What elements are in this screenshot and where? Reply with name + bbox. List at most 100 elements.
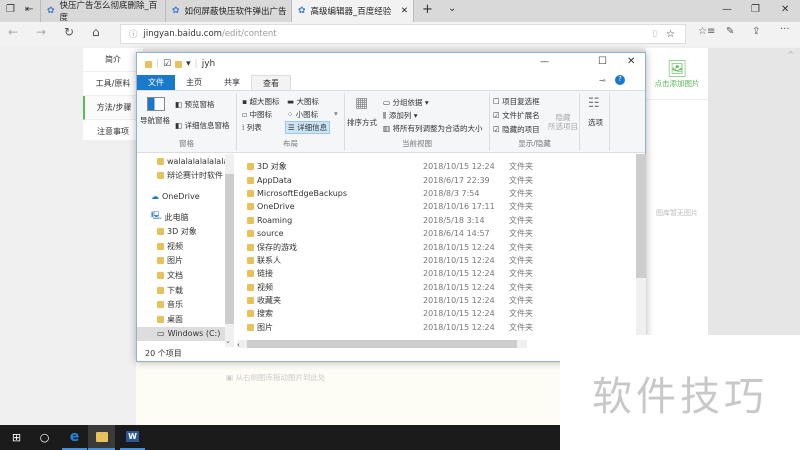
file-row[interactable]: 保存的游戏 2018/10/15 12:24 文件夹 <box>241 240 636 253</box>
tab-file[interactable]: 文件 <box>137 75 175 90</box>
notes-icon[interactable]: ✎ <box>726 26 734 37</box>
scroll-up-icon[interactable]: ^ <box>787 50 794 59</box>
close-icon[interactable]: ✕ <box>781 4 789 15</box>
close-icon[interactable]: ✕ <box>627 56 635 67</box>
scroll-down-icon[interactable]: ⌄ <box>225 337 231 345</box>
browser-tab[interactable]: ✿ 快压广告怎么彻底删除_百度 <box>40 0 166 23</box>
pin-ribbon-icon[interactable]: ⊸ <box>599 76 606 85</box>
nav-item[interactable]: 音乐 <box>137 297 234 312</box>
minimize-icon[interactable]: — <box>540 57 549 67</box>
tab-manager-icon[interactable]: ❐ <box>6 4 15 15</box>
forward-icon[interactable]: → <box>36 25 46 39</box>
list-option[interactable]: ⁞ 列表 <box>242 122 262 133</box>
nav-item[interactable]: 桌面 <box>137 312 234 327</box>
set-aside-tabs-icon[interactable]: ⇤ <box>25 4 33 15</box>
close-tab-icon[interactable]: ✕ <box>401 6 408 16</box>
layout-more-icon[interactable]: ▾ <box>334 109 338 118</box>
word-icon[interactable]: W <box>120 425 145 450</box>
drag-hint: ▣ 从右侧图库拖动图片到此处 <box>226 372 325 383</box>
nav-item-intro[interactable]: 简介 <box>83 48 143 72</box>
medium-icons-option[interactable]: ▫ 中图标 <box>242 109 272 120</box>
new-tab-button[interactable]: + <box>422 2 433 17</box>
size-columns-button[interactable]: ▥ 将所有列调整为合适的大小 <box>383 123 482 134</box>
refresh-icon[interactable]: ↻ <box>64 25 74 39</box>
maximize-icon[interactable]: ☐ <box>598 56 607 67</box>
folder-icon <box>247 189 254 197</box>
file-row[interactable]: 3D 对象 2018/10/15 12:24 文件夹 <box>241 160 636 173</box>
large-icons-option[interactable]: ▬ 大图标 <box>287 96 319 107</box>
nav-item[interactable]: 下载 <box>137 283 234 298</box>
edge-icon[interactable]: e <box>62 425 87 450</box>
restore-icon[interactable]: ❐ <box>751 4 760 15</box>
hidden-items-toggle[interactable]: ☑ 隐藏的项目 <box>493 124 540 135</box>
file-row[interactable]: AppData 2018/6/17 22:39 文件夹 <box>241 173 636 186</box>
tab-preview-button[interactable]: ⌄ <box>448 3 456 14</box>
file-row[interactable]: MicrosoftEdgeBackups 2018/8/3 7:54 文件夹 <box>241 187 636 200</box>
start-windows-icon[interactable]: ⊞ <box>4 425 29 450</box>
nav-item[interactable]: 3D 对象 <box>137 224 234 239</box>
add-image-button[interactable]: 🖼 点击添加图片 <box>646 48 708 100</box>
tab-home[interactable]: 主页 <box>175 75 213 90</box>
file-row[interactable]: 联系人 2018/10/15 12:24 文件夹 <box>241 254 636 267</box>
editor-area[interactable]: ▣ 从右侧图库拖动图片到此处 <box>136 362 560 425</box>
favorite-star-icon[interactable]: ☆ <box>666 29 675 40</box>
file-row[interactable]: OneDrive 2018/10/16 17:11 文件夹 <box>241 200 636 213</box>
help-icon[interactable]: ? <box>615 75 625 85</box>
sort-by-button[interactable]: 排序方式 <box>347 117 377 128</box>
quick-access-dropdown-icon[interactable]: ▾ <box>186 59 191 69</box>
properties-icon[interactable]: ☑ <box>163 59 171 69</box>
file-date: 2018/10/15 12:24 <box>423 242 495 252</box>
browser-tab-active[interactable]: ✿ 高级编辑器_百度经验 ✕ <box>292 0 414 22</box>
more-icon[interactable]: ··· <box>780 24 790 35</box>
nav-item[interactable]: 文档 <box>137 268 234 283</box>
nav-item-notes[interactable]: 注意事项 <box>83 120 143 144</box>
nav-item[interactable]: 🖳 此电脑 <box>137 210 234 225</box>
file-row[interactable]: 搜索 2018/10/15 12:24 文件夹 <box>241 307 636 320</box>
add-column-button[interactable]: ⫼ 添加列 ▾ <box>383 110 418 121</box>
ribbon-tabs: 文件 主页 共享 查看 ⊸ ? <box>137 75 645 90</box>
minimize-icon[interactable]: — <box>722 4 732 15</box>
file-explorer-taskbar-icon[interactable] <box>88 425 115 450</box>
cortana-search-icon[interactable]: ○ <box>32 425 57 450</box>
group-by-button[interactable]: ▭ 分组依据 ▾ <box>383 97 429 108</box>
preview-pane-button[interactable]: ◧ 预览窗格 <box>175 99 214 110</box>
share-icon[interactable]: ⇪ <box>752 26 760 37</box>
url-input[interactable]: ⓘ jingyan.baidu.com/edit/content ▯ ☆ <box>120 24 686 44</box>
extra-large-icons-option[interactable]: ▪ 超大图标 <box>242 96 279 107</box>
details-option-selected[interactable]: ☰ 详细信息 <box>285 121 331 134</box>
file-row[interactable]: 收藏夹 2018/10/15 12:24 文件夹 <box>241 294 636 307</box>
new-folder-icon[interactable] <box>175 60 183 68</box>
file-row[interactable]: source 2018/6/14 14:57 文件夹 <box>241 227 636 240</box>
tab-share[interactable]: 共享 <box>213 75 251 90</box>
nav-item[interactable]: ▭ Windows (C:) <box>137 326 234 342</box>
options-button[interactable]: 选项 <box>588 117 603 128</box>
details-pane-button[interactable]: ◧ 详细信息窗格 <box>175 120 229 131</box>
file-name-text: 收藏夹 <box>257 296 281 306</box>
nav-pane-button[interactable]: 导航窗格 <box>140 115 170 126</box>
file-row[interactable]: 视频 2018/10/15 12:24 文件夹 <box>241 281 636 294</box>
file-row[interactable]: 链接 2018/10/15 12:24 文件夹 <box>241 267 636 280</box>
back-icon[interactable]: ← <box>8 25 18 39</box>
item-checkboxes-toggle[interactable]: ☐ 项目复选框 <box>493 96 540 107</box>
file-row[interactable]: 图片 2018/10/15 12:24 文件夹 <box>241 321 636 334</box>
nav-item-tools[interactable]: 工具/原料 <box>83 72 143 96</box>
nav-item[interactable]: 图片 <box>137 254 234 269</box>
nav-item-steps[interactable]: 方法/步骤 <box>83 96 143 120</box>
drag-hint-text: 从右侧图库拖动图片到此处 <box>235 373 326 382</box>
hide-selected-button[interactable]: 隐藏 所选项目 <box>548 113 578 131</box>
file-extensions-toggle[interactable]: ☑ 文件扩展名 <box>493 110 540 121</box>
nav-item[interactable]: ☁ OneDrive <box>137 189 234 204</box>
favorites-hub-icon[interactable]: ☆≡ <box>698 26 715 37</box>
browser-tab[interactable]: ✿ 如何屏蔽快压软件弹出广告 <box>166 0 292 22</box>
nav-scrollbar[interactable] <box>225 154 234 347</box>
folder-icon <box>157 271 164 279</box>
nav-item[interactable]: walalalalalalala <box>137 154 234 169</box>
home-icon[interactable]: ⌂ <box>92 25 100 39</box>
file-list-vscrollbar[interactable] <box>636 154 646 344</box>
file-row[interactable]: Roaming 2018/5/18 3:14 文件夹 <box>241 214 636 227</box>
nav-item[interactable]: 视频 <box>137 239 234 254</box>
nav-item[interactable]: 辩论赛计时软件 <box>137 169 234 184</box>
small-icons-option[interactable]: ⁘ 小图标 <box>287 109 318 120</box>
tab-view[interactable]: 查看 <box>251 75 291 90</box>
reading-view-icon[interactable]: ▯ <box>652 29 657 39</box>
